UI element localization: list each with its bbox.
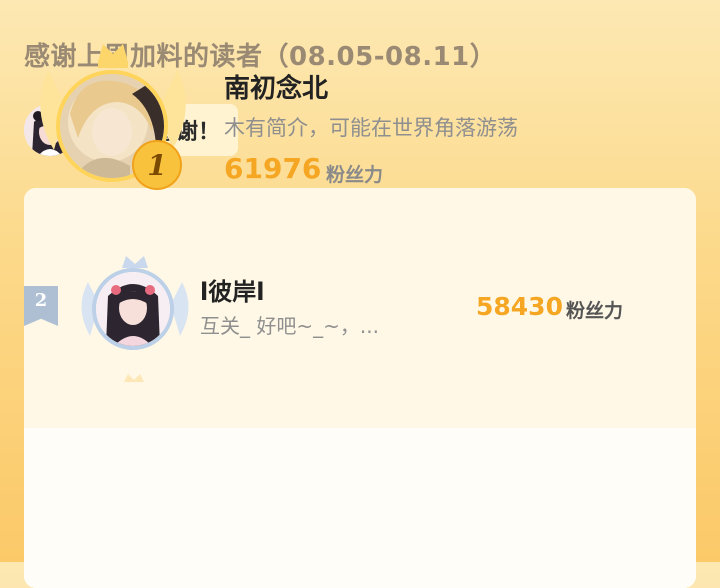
rank1-fans-unit: 粉丝力 [326, 164, 384, 186]
rank1-name[interactable]: 南初念北 [224, 68, 328, 105]
rank1-fans-count: 61976 [224, 152, 322, 185]
rank2-bio: 互关_ 好吧~_~，... [200, 314, 379, 338]
rank3-crown-icon [124, 374, 144, 382]
leaderboard-card [24, 188, 696, 588]
rank2-avatar[interactable] [92, 268, 174, 350]
rank2-fans-count: 58430 [476, 292, 563, 321]
rank2-name[interactable]: l彼岸l [200, 272, 264, 307]
rank2-fans-unit: 粉丝力 [566, 300, 624, 322]
rank1-bio: 木有简介，可能在世界角落游荡 [224, 116, 518, 140]
rank2-entry[interactable] [24, 428, 696, 588]
rank1-badge: 1 [132, 140, 182, 190]
